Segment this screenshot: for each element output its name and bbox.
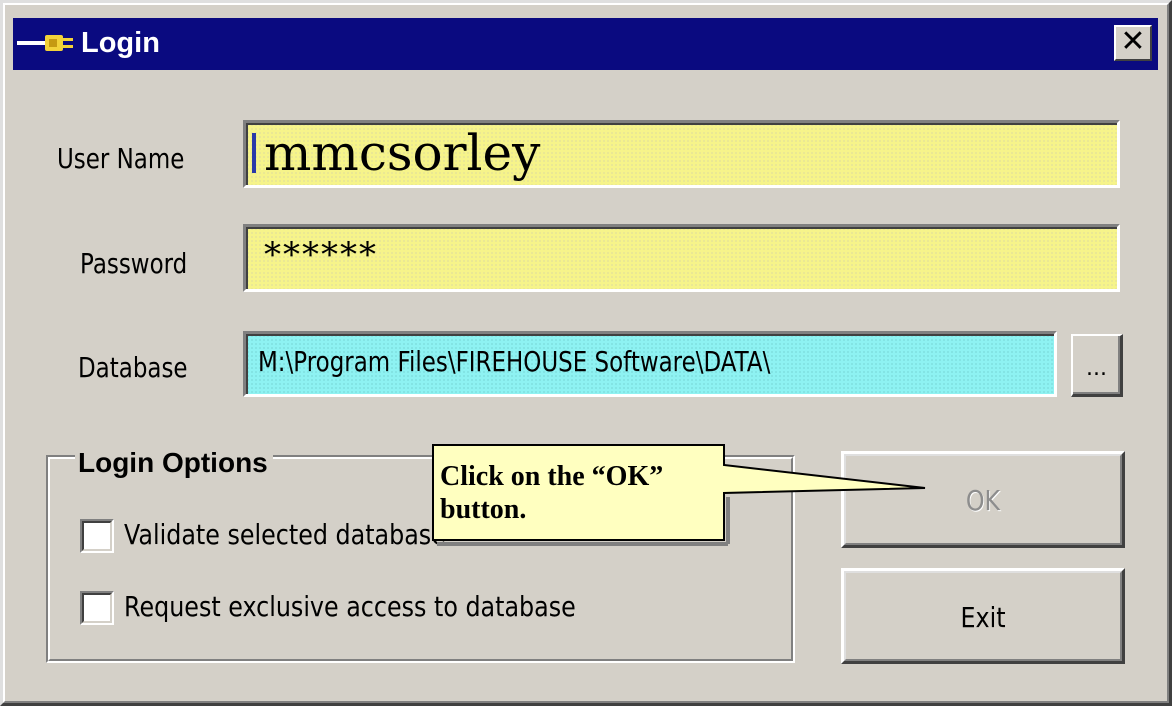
callout-text: Click on the “OK” button. [440, 461, 664, 525]
callout-shape [432, 444, 926, 546]
